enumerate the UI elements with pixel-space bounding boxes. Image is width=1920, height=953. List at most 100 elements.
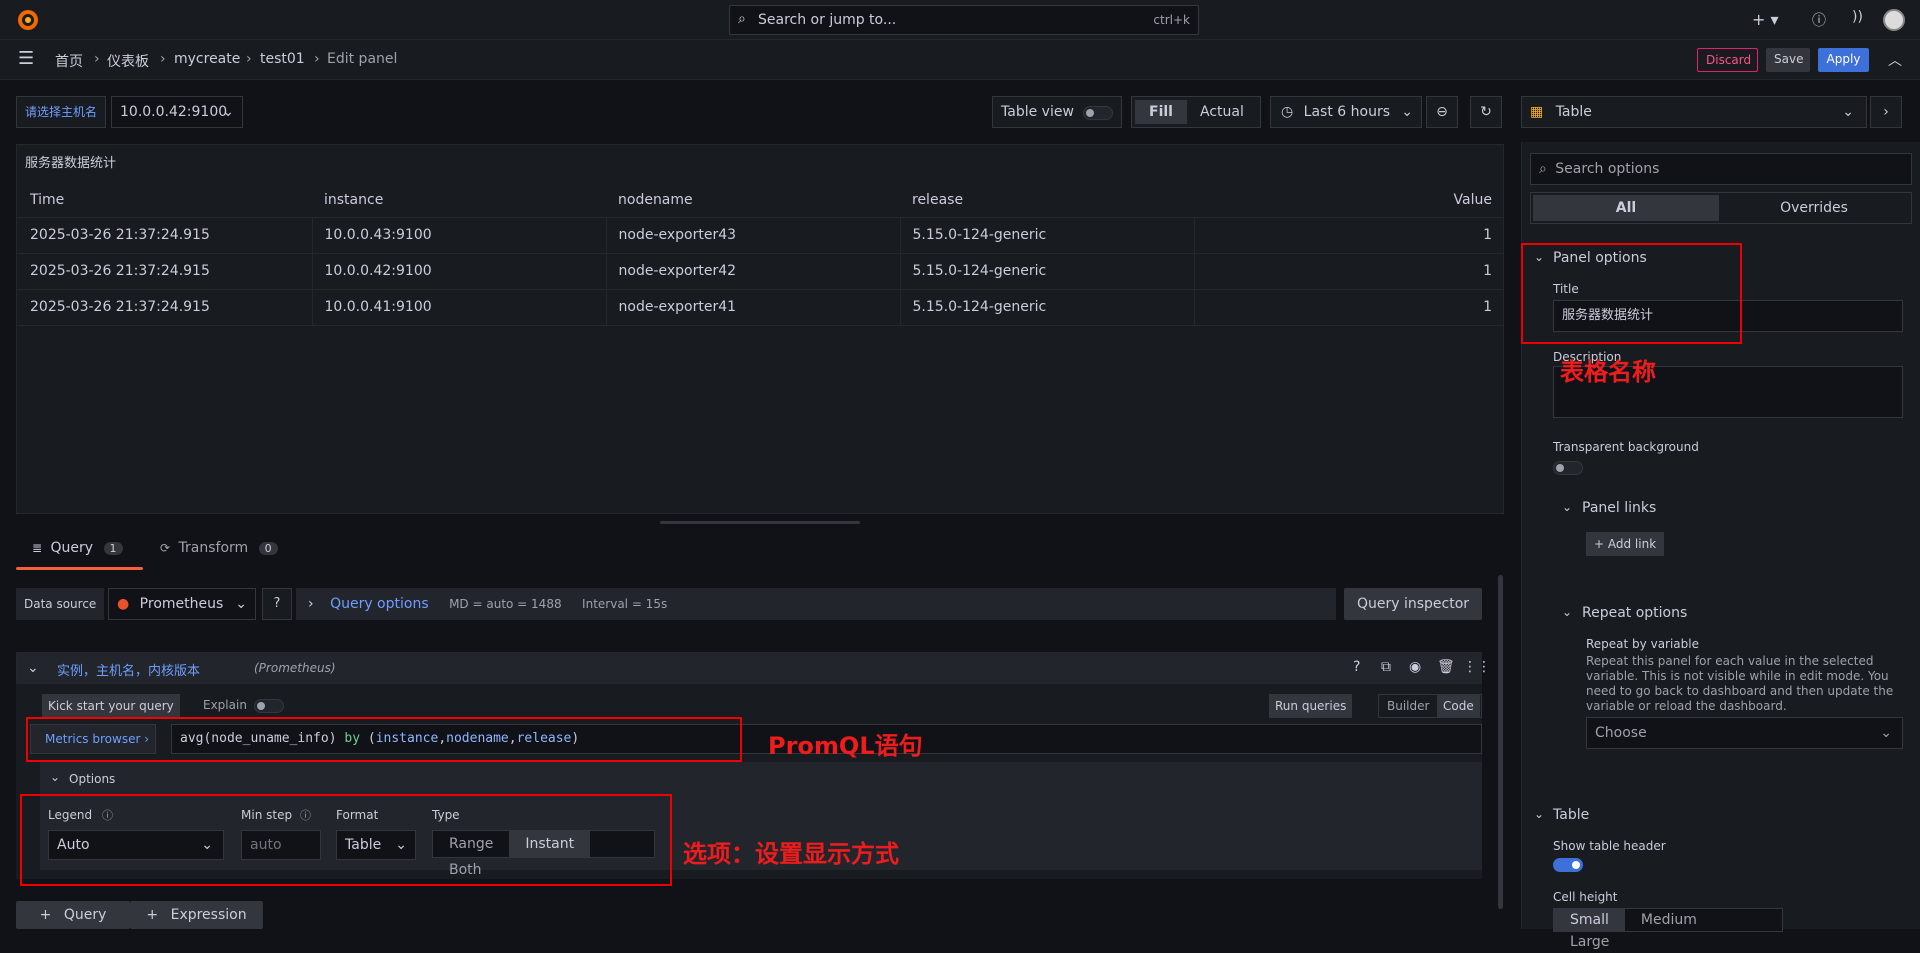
duplicate-icon[interactable]: ⧉ [1381, 659, 1391, 675]
news-icon[interactable]: )) [1852, 9, 1863, 25]
search-bar[interactable]: ⌕ Search or jump to... ctrl+k [729, 5, 1199, 35]
table-cell: 1 [1194, 289, 1504, 326]
add-link-label: Add link [1607, 537, 1657, 551]
panel-links-header[interactable]: Panel links [1582, 500, 1656, 516]
chevron-right-icon: › [160, 51, 166, 67]
table-cell: 10.0.0.41:9100 [312, 289, 607, 326]
table-cell: 10.0.0.42:9100 [312, 253, 607, 290]
collapse-icon[interactable]: ︿ [1888, 50, 1902, 70]
column-header[interactable]: Value [1194, 183, 1504, 218]
table-cell: 1 [1194, 217, 1504, 254]
search-placeholder: Search or jump to... [758, 12, 897, 28]
add-expression-button[interactable]: + Expression [130, 901, 263, 929]
column-header[interactable]: instance [312, 183, 606, 218]
chevron-down-icon[interactable]: ⌄ [1562, 500, 1572, 514]
avatar[interactable] [1883, 9, 1905, 31]
editor-mode-switch: Builder Code [1378, 694, 1482, 718]
annotation-options: 选项：设置显示方式 [683, 840, 899, 868]
zoom-out-button[interactable]: ⊖ [1426, 96, 1458, 128]
breadcrumb-home[interactable]: 首页 [55, 51, 83, 71]
variable-value: 10.0.0.42:9100 [120, 104, 228, 120]
refresh-button[interactable]: ↻ [1470, 96, 1502, 128]
add-query-button[interactable]: + Query [16, 901, 130, 929]
actual-option[interactable]: Actual [1200, 97, 1244, 127]
table-icon: ▦ [1530, 104, 1544, 120]
chevron-down-icon: ⌄ [1401, 104, 1413, 120]
discard-button[interactable]: Discard [1697, 48, 1758, 72]
chevron-down-icon[interactable]: ⌄ [50, 770, 60, 784]
collapse-pane-button[interactable]: › [1870, 96, 1902, 128]
query-inspector-button[interactable]: Query inspector [1344, 588, 1482, 620]
options-label[interactable]: Options [69, 772, 115, 786]
explain-toggle[interactable] [254, 699, 284, 713]
eye-icon[interactable]: ◉ [1409, 659, 1421, 675]
drag-handle-icon[interactable]: ⋮⋮ [1463, 659, 1491, 675]
apply-button[interactable]: Apply [1818, 48, 1869, 72]
fill-option[interactable]: Fill [1135, 100, 1187, 124]
add-link-button[interactable]: + Add link [1586, 532, 1665, 556]
help-icon[interactable]: ? [1353, 659, 1360, 675]
menu-icon[interactable]: ☰ [18, 48, 34, 69]
table-cell: 5.15.0-124-generic [900, 253, 1195, 290]
save-button[interactable]: Save [1766, 48, 1810, 72]
show-header-toggle[interactable] [1553, 858, 1583, 872]
code-mode[interactable]: Code [1437, 695, 1480, 717]
tab-all[interactable]: All [1533, 195, 1719, 221]
transparent-toggle[interactable] [1553, 461, 1583, 475]
table-row: 2025-03-26 21:37:24.915 10.0.0.41:9100 n… [18, 289, 1504, 326]
tab-query-count: 1 [103, 542, 123, 555]
tab-query[interactable]: ≣ Query 1 [32, 540, 123, 570]
breadcrumb-dashboard[interactable]: test01 [260, 51, 305, 67]
column-header[interactable]: Time [18, 183, 312, 218]
chevron-down-icon: ⌄ [1880, 725, 1892, 741]
annotation-box-options [20, 794, 672, 886]
cell-height-small[interactable]: Small [1554, 909, 1625, 931]
pane-splitter[interactable] [660, 521, 860, 524]
run-queries-button[interactable]: Run queries [1269, 694, 1353, 718]
visualization-picker[interactable]: ▦ Table ⌄ [1521, 96, 1867, 128]
max-data-points: MD = auto = 1488 [449, 597, 562, 611]
top-bar: ⌕ Search or jump to... ctrl+k + ▾ ⓘ )) [0, 0, 1920, 40]
repeat-variable-select[interactable]: Choose ⌄ [1586, 717, 1903, 749]
column-header[interactable]: nodename [606, 183, 900, 218]
chevron-down-icon[interactable]: ⌄ [27, 660, 39, 676]
chevron-down-icon[interactable]: ⌄ [1534, 807, 1544, 821]
breadcrumb-dashboards[interactable]: 仪表板 [107, 51, 149, 71]
tab-transform[interactable]: ⟳ Transform 0 [160, 540, 278, 570]
tab-query-label: Query [50, 540, 94, 556]
grafana-logo-icon[interactable] [16, 8, 40, 32]
query-options-bar[interactable]: › Query options MD = auto = 1488 Interva… [296, 588, 1336, 620]
repeat-description: Repeat this panel for each value in the … [1586, 654, 1894, 713]
variable-select[interactable]: 10.0.0.42:9100 ⌄ [111, 96, 243, 128]
tab-transform-label: Transform [178, 540, 249, 556]
builder-mode[interactable]: Builder [1387, 695, 1429, 717]
column-header[interactable]: release [900, 183, 1194, 218]
kick-start-button[interactable]: Kick start your query [42, 694, 180, 718]
datasource-help-button[interactable]: ? [262, 588, 292, 620]
help-icon[interactable]: ⓘ [1812, 10, 1826, 30]
chevron-down-icon[interactable]: ⌄ [1562, 605, 1572, 619]
datasource-row: Data source ● Prometheus ⌄ ? › Query opt… [16, 588, 1482, 620]
query-name[interactable]: 实例，主机名，内核版本 [57, 660, 200, 679]
repeat-options-header[interactable]: Repeat options [1582, 605, 1687, 621]
add-icon[interactable]: + ▾ [1752, 10, 1779, 29]
add-query-label: Query [63, 907, 107, 923]
trash-icon[interactable]: 🗑 [1437, 659, 1455, 675]
chevron-right-icon: › [314, 51, 320, 67]
left-scrollbar[interactable] [1498, 575, 1503, 909]
cell-height-medium[interactable]: Medium [1625, 909, 1713, 931]
chevron-down-icon: ⌄ [1842, 104, 1854, 120]
table-view-switch[interactable] [1083, 106, 1113, 120]
cell-height-large[interactable]: Large [1554, 931, 1625, 953]
add-expression-label: Expression [170, 907, 247, 923]
table-section-header[interactable]: Table [1553, 807, 1589, 823]
chevron-right-icon: › [1883, 104, 1889, 120]
datasource-picker[interactable]: ● Prometheus ⌄ [108, 588, 256, 620]
table-header-row: Time instance nodename release Value [18, 183, 1504, 218]
annotation-box-promql [26, 717, 742, 762]
breadcrumb-folder[interactable]: mycreate [174, 51, 240, 67]
table-view-toggle[interactable]: Table view [992, 96, 1122, 128]
tab-overrides[interactable]: Overrides [1721, 195, 1907, 221]
time-range-picker[interactable]: ◷ Last 6 hours ⌄ [1270, 96, 1422, 128]
options-search-input[interactable]: ⌕ Search options [1530, 153, 1912, 185]
